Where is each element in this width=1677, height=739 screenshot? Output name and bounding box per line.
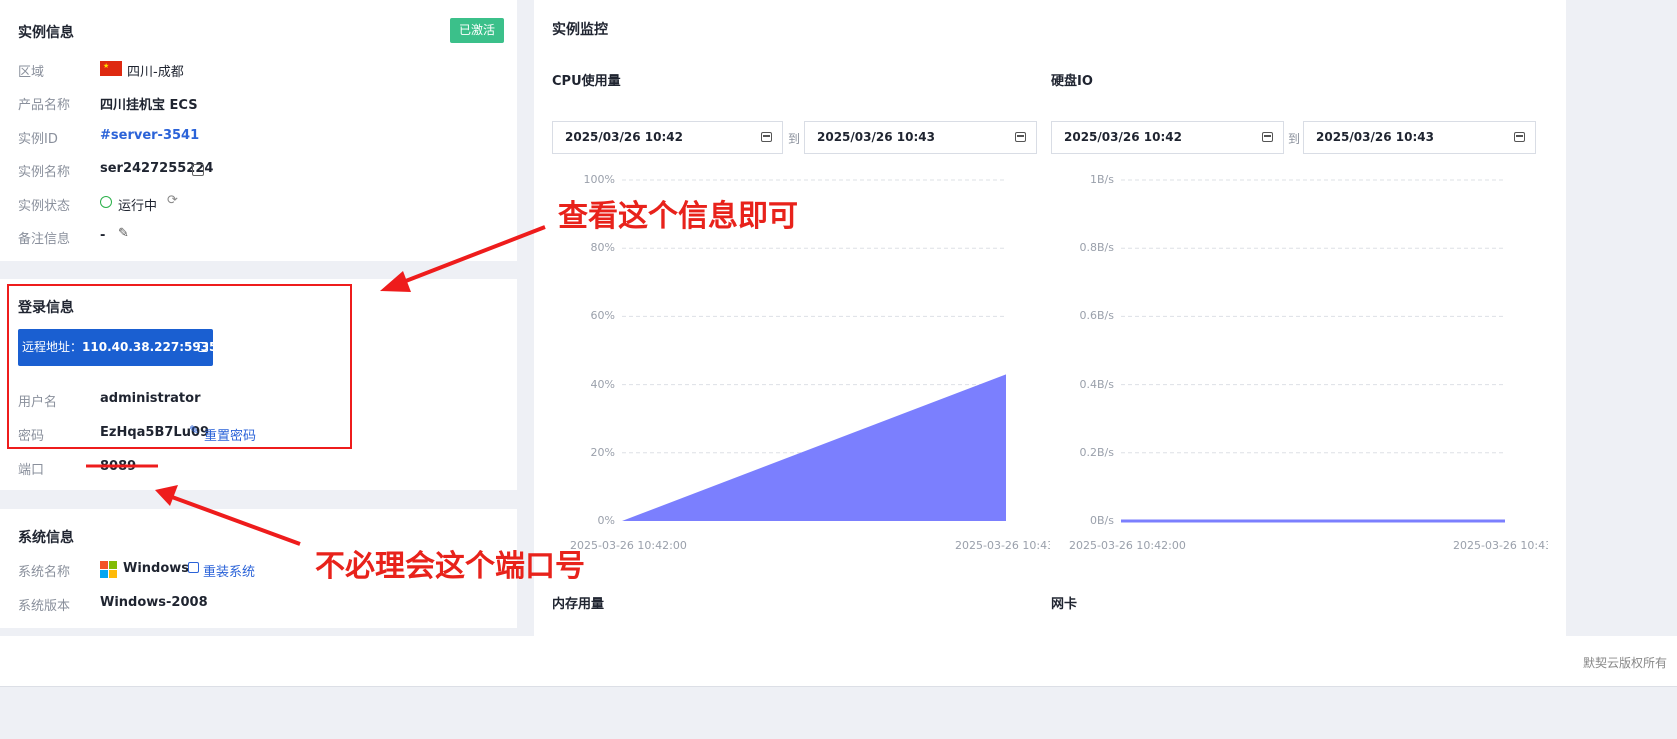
- cpu-end-date-value: 2025/03/26 10:43: [817, 130, 935, 144]
- reinstall-system-link[interactable]: 重装系统: [203, 561, 255, 580]
- instance-id-link[interactable]: #server-3541: [100, 128, 199, 143]
- y-tick-label: 60%: [590, 309, 615, 323]
- reinstall-icon[interactable]: [188, 562, 199, 573]
- system-version-value: Windows-2008: [100, 595, 208, 610]
- calendar-icon[interactable]: [1015, 132, 1026, 142]
- monitor-title: 实例监控: [552, 22, 608, 38]
- nic-chart-title: 网卡: [1051, 597, 1078, 612]
- calendar-icon[interactable]: [761, 132, 772, 142]
- disk-start-date-input[interactable]: 2025/03/26 10:42: [1051, 121, 1284, 154]
- y-tick-label: 80%: [590, 241, 615, 255]
- y-tick-label: 1B/s: [1090, 173, 1114, 186]
- y-tick-label: 20%: [590, 445, 615, 459]
- disk-end-date-value: 2025/03/26 10:43: [1316, 130, 1434, 144]
- footer-border: [0, 686, 1677, 687]
- y-tick-label: 100%: [583, 173, 615, 186]
- port-value: 8089: [100, 459, 137, 474]
- y-tick-label: 0.2B/s: [1079, 445, 1114, 459]
- instance-status-value: 运行中: [118, 199, 158, 214]
- y-tick-label: 40%: [590, 377, 615, 391]
- remark-value: -: [100, 228, 106, 243]
- cpu-date-separator: 到: [788, 132, 801, 146]
- x-tick-label: 2025-03-26 10:42:00: [570, 539, 687, 552]
- refresh-icon[interactable]: ⟳: [167, 193, 178, 208]
- cpu-chart-title: CPU使用量: [552, 74, 621, 89]
- y-tick-label: 0%: [597, 514, 615, 527]
- product-name-label: 产品名称: [18, 98, 71, 113]
- annotation-top-text: 查看这个信息即可: [558, 199, 798, 234]
- port-label: 端口: [18, 463, 45, 478]
- system-name-value: Windows: [123, 561, 190, 576]
- y-tick-label: 0.4B/s: [1079, 377, 1114, 391]
- highlight-box: [7, 284, 352, 449]
- region-label: 区域: [18, 65, 45, 80]
- region-value: 四川-成都: [127, 65, 184, 80]
- product-name-value: 四川挂机宝 ECS: [100, 98, 198, 113]
- disk-date-separator: 到: [1288, 132, 1301, 146]
- system-name-label: 系统名称: [18, 565, 71, 580]
- monitor-panel: 实例监控 CPU使用量 2025/03/26 10:42 到 2025/03/2…: [534, 0, 1566, 636]
- system-info-title: 系统信息: [18, 530, 74, 546]
- copy-icon[interactable]: [192, 164, 204, 176]
- disk-chart-title: 硬盘IO: [1051, 74, 1093, 89]
- calendar-icon[interactable]: [1514, 132, 1525, 142]
- y-tick-label: 0B/s: [1090, 514, 1114, 527]
- instance-info-panel: 实例信息 已激活 区域 ★ 四川-成都 产品名称 四川挂机宝 ECS 实例ID …: [0, 0, 517, 261]
- instance-info-title: 实例信息: [18, 25, 74, 41]
- cpu-start-date-value: 2025/03/26 10:42: [565, 130, 683, 144]
- x-tick-label: 2025-03-26 10:42:00: [1069, 539, 1186, 552]
- instance-name-label: 实例名称: [18, 165, 71, 180]
- edit-icon[interactable]: ✎: [118, 226, 129, 241]
- running-status-icon: [100, 196, 112, 208]
- cpu-end-date-input[interactable]: 2025/03/26 10:43: [804, 121, 1037, 154]
- footer-copyright: 默契云版权所有: [1582, 656, 1667, 670]
- cpu-start-date-input[interactable]: 2025/03/26 10:42: [552, 121, 783, 154]
- windows-logo-icon: [100, 561, 117, 578]
- calendar-icon[interactable]: [1262, 132, 1273, 142]
- china-flag-icon: ★: [100, 61, 122, 76]
- disk-start-date-value: 2025/03/26 10:42: [1064, 130, 1182, 144]
- x-tick-label: 2025-03-26 10:43:00: [1453, 539, 1548, 552]
- system-version-label: 系统版本: [18, 599, 71, 614]
- footer-bar: [0, 636, 1677, 686]
- y-tick-label: 0.8B/s: [1079, 241, 1114, 255]
- status-badge: 已激活: [450, 18, 505, 43]
- memory-chart-title: 内存用量: [552, 597, 605, 612]
- disk-end-date-input[interactable]: 2025/03/26 10:43: [1303, 121, 1536, 154]
- instance-id-label: 实例ID: [18, 132, 58, 147]
- x-tick-label: 2025-03-26 10:43:00: [955, 539, 1050, 552]
- y-tick-label: 0.6B/s: [1079, 309, 1114, 323]
- remark-label: 备注信息: [18, 232, 71, 247]
- annotation-bottom-text: 不必理会这个端口号: [315, 549, 585, 584]
- instance-status-label: 实例状态: [18, 199, 71, 214]
